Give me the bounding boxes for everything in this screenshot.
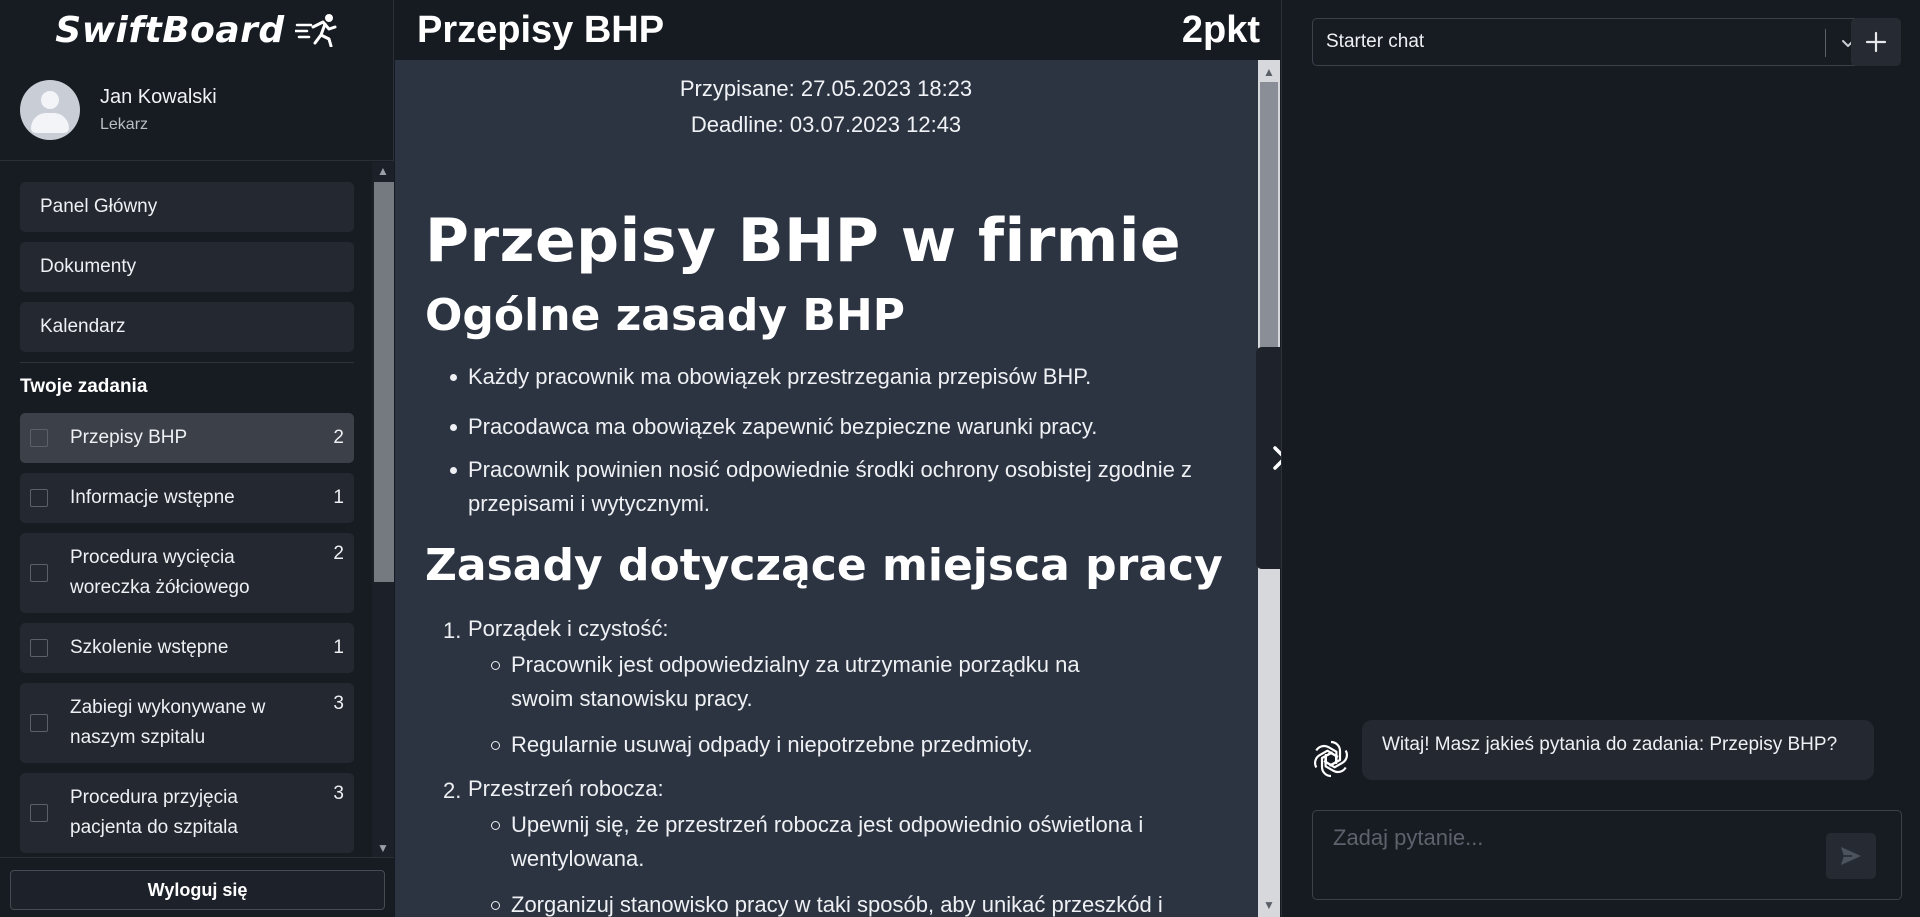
plus-icon xyxy=(1865,31,1887,53)
task-item-szkolenie-wstepne[interactable]: Szkolenie wstępne 1 xyxy=(20,623,354,673)
avatar-body xyxy=(31,113,69,133)
sub-list-item: Upewnij się, że przestrzeń robocza jest … xyxy=(511,812,1144,871)
task-checkbox[interactable] xyxy=(30,564,48,582)
task-checkbox[interactable] xyxy=(30,804,48,822)
task-checkbox[interactable] xyxy=(30,429,48,447)
task-label: Przepisy BHP xyxy=(70,427,188,448)
sub-bullet-marker xyxy=(491,741,500,750)
list-number: 1. xyxy=(443,618,462,643)
selected-chat-label: Starter chat xyxy=(1326,31,1425,52)
task-document: Przypisane: 27.05.2023 18:23 Deadline: 0… xyxy=(395,60,1257,917)
user-info: Jan Kowalski Lekarz xyxy=(100,86,217,134)
sub-bullet-marker xyxy=(491,821,500,830)
scroll-up-arrow-icon[interactable]: ▲ xyxy=(1263,66,1275,78)
running-figure-icon xyxy=(294,14,337,47)
task-checkbox[interactable] xyxy=(30,639,48,657)
send-button[interactable] xyxy=(1826,833,1876,879)
sidebar-divider xyxy=(0,160,394,161)
dropdown-separator xyxy=(1825,29,1826,57)
chat-panel: Starter chat Witaj! Masz jakieś pytania … xyxy=(1281,0,1920,917)
app-root: SwiftBoard Jan Kowalski Lekarz Panel Głó… xyxy=(0,0,1920,917)
new-chat-button[interactable] xyxy=(1851,18,1901,66)
scroll-down-arrow-icon[interactable]: ▼ xyxy=(1263,899,1275,911)
list-number: 2. xyxy=(443,778,462,803)
task-label: Procedura wycięcia woreczka żółciowego xyxy=(70,547,250,598)
document-title: Przepisy BHP w firmie xyxy=(425,206,1182,276)
task-count: 3 xyxy=(333,693,344,714)
sub-bullet-marker xyxy=(491,901,500,910)
bullet-marker xyxy=(450,467,457,474)
task-checkbox[interactable] xyxy=(30,714,48,732)
page-title: Przepisy BHP xyxy=(417,8,665,51)
task-item-zabiegi[interactable]: Zabiegi wykonywane w naszym szpitalu 3 xyxy=(20,683,354,763)
list-item: Każdy pracownik ma obowiązek przestrzega… xyxy=(468,364,1092,389)
sub-bullet-marker xyxy=(491,661,500,670)
list-item: Przestrzeń robocza: xyxy=(468,776,664,801)
sub-list-item: Zorganizuj stanowisko pracy w taki sposó… xyxy=(511,892,1163,917)
task-item-procedura-wyciecia[interactable]: Procedura wycięcia woreczka żółciowego 2 xyxy=(20,533,354,613)
task-header: Przepisy BHP 2pkt xyxy=(395,0,1280,60)
deadline-date: Deadline: 03.07.2023 12:43 xyxy=(690,112,962,137)
sidebar-nav: Panel Główny Dokumenty Kalendarz Twoje z… xyxy=(0,162,394,857)
task-content-panel: Przepisy BHP 2pkt Przypisane: 27.05.2023… xyxy=(395,0,1280,917)
task-count: 1 xyxy=(333,487,344,508)
task-label: Informacje wstępne xyxy=(70,487,235,508)
scroll-down-arrow-icon[interactable]: ▼ xyxy=(377,842,389,854)
scroll-up-arrow-icon[interactable]: ▲ xyxy=(377,165,389,177)
sidebar: SwiftBoard Jan Kowalski Lekarz Panel Głó… xyxy=(0,0,394,917)
logout-area: Wyloguj się xyxy=(0,857,394,917)
task-label: Procedura przyjęcia pacjenta do szpitala xyxy=(70,787,238,838)
brand[interactable]: SwiftBoard xyxy=(0,0,394,60)
avatar xyxy=(20,80,80,140)
task-item-procedura-przyjecia[interactable]: Procedura przyjęcia pacjenta do szpitala… xyxy=(20,773,354,853)
logout-button[interactable]: Wyloguj się xyxy=(10,870,385,910)
assigned-date: Przypisane: 27.05.2023 18:23 xyxy=(679,76,973,101)
task-item-przepisy-bhp[interactable]: Przepisy BHP 2 xyxy=(20,413,354,463)
send-icon xyxy=(1841,847,1861,865)
section-heading-workplace: Zasady dotyczące miejsca pracy xyxy=(425,540,1223,591)
user-name: Jan Kowalski xyxy=(100,86,217,108)
task-label: Szkolenie wstępne xyxy=(70,637,229,658)
chat-message-bot: Witaj! Masz jakieś pytania do zadania: P… xyxy=(1362,720,1874,780)
bullet-marker xyxy=(450,374,457,381)
task-count: 1 xyxy=(333,637,344,658)
sub-list-item: Pracownik jest odpowiedzialny za utrzyma… xyxy=(511,652,1080,711)
avatar-head xyxy=(41,91,59,109)
chat-input-box[interactable]: Zadaj pytanie... xyxy=(1312,810,1902,900)
list-item: Pracodawca ma obowiązek zapewnić bezpiec… xyxy=(468,414,1098,439)
sub-list-item: Regularnie usuwaj odpady i niepotrzebne … xyxy=(511,732,1033,757)
section-heading-general: Ogólne zasady BHP xyxy=(425,290,905,341)
task-checkbox[interactable] xyxy=(30,489,48,507)
task-label: Zabiegi wykonywane w naszym szpitalu xyxy=(70,697,266,748)
sidebar-item-kalendarz[interactable]: Kalendarz xyxy=(20,302,354,352)
points-badge: 2pkt xyxy=(1181,8,1260,51)
user-profile[interactable]: Jan Kowalski Lekarz xyxy=(20,80,217,140)
list-item: Porządek i czystość: xyxy=(468,616,669,641)
openai-logo-icon xyxy=(1314,740,1348,778)
sidebar-item-dokumenty[interactable]: Dokumenty xyxy=(20,242,354,292)
sidebar-scrollbar[interactable]: ▲ ▼ xyxy=(372,162,394,857)
task-count: 2 xyxy=(333,543,344,564)
sidebar-scroll-thumb[interactable] xyxy=(374,182,394,582)
bullet-marker xyxy=(450,424,457,431)
user-role: Lekarz xyxy=(100,116,149,133)
chat-select-dropdown[interactable]: Starter chat xyxy=(1312,18,1871,66)
section-divider xyxy=(20,362,354,363)
task-item-informacje-wstepne[interactable]: Informacje wstępne 1 xyxy=(20,473,354,523)
list-item: Pracownik powinien nosić odpowiednie śro… xyxy=(468,457,1192,516)
task-count: 3 xyxy=(333,783,344,804)
sidebar-item-panel-glowny[interactable]: Panel Główny xyxy=(20,182,354,232)
brand-name: SwiftBoard xyxy=(55,9,285,51)
tasks-section-title: Twoje zadania xyxy=(20,376,148,397)
chat-input-placeholder[interactable]: Zadaj pytanie... xyxy=(1333,825,1483,851)
task-count: 2 xyxy=(333,427,344,448)
